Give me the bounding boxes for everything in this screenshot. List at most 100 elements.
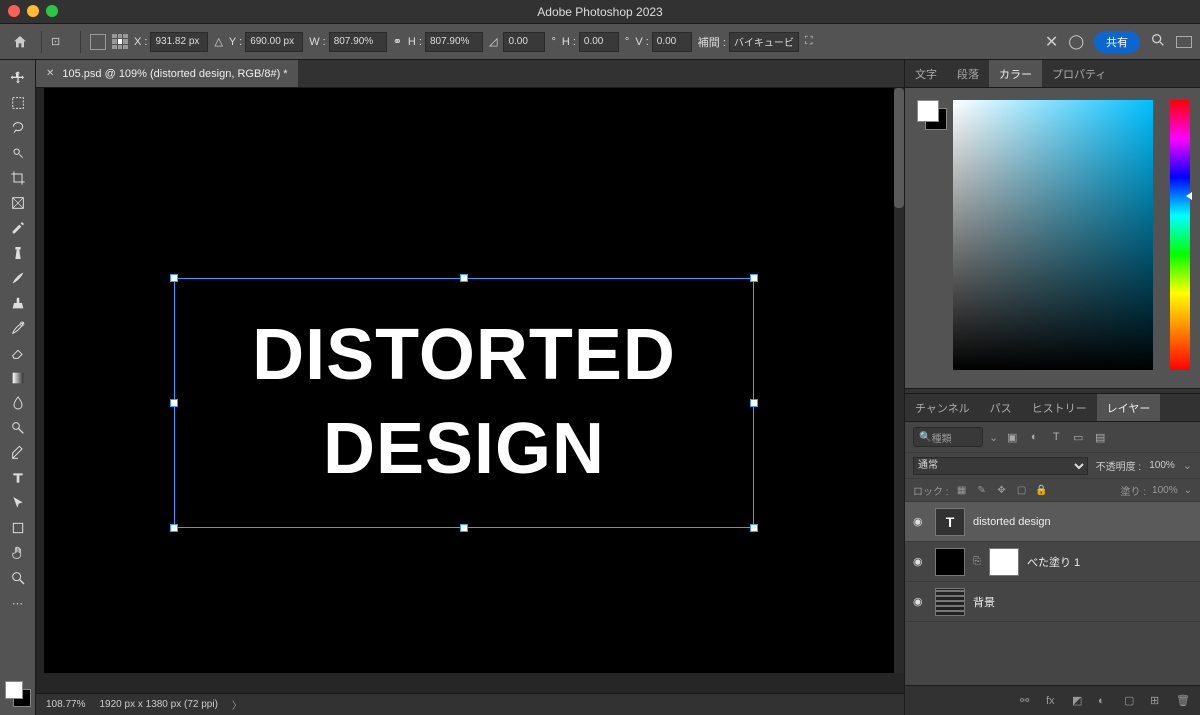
panel-fg-swatch[interactable] (917, 100, 939, 122)
handle-top-right[interactable] (750, 274, 758, 282)
reference-point-icon[interactable] (90, 34, 106, 50)
hue-indicator-icon[interactable] (1186, 192, 1192, 200)
layer-search[interactable]: 🔍 種類 (913, 427, 983, 447)
crop-tool[interactable] (4, 166, 32, 190)
quick-select-tool[interactable] (4, 141, 32, 165)
edit-toolbar-button[interactable]: ⋯ (4, 591, 32, 615)
visibility-icon[interactable]: ◉ (913, 555, 927, 568)
doc-dimensions[interactable]: 1920 px x 1380 px (72 ppi) (99, 699, 217, 710)
hand-tool[interactable] (4, 541, 32, 565)
panel-color-swatches[interactable] (917, 100, 947, 130)
blur-tool[interactable] (4, 391, 32, 415)
layer-name[interactable]: distorted design (973, 516, 1051, 528)
maximize-window-button[interactable] (46, 5, 58, 17)
w-input[interactable] (329, 32, 387, 52)
lock-artboard-icon[interactable]: ▢ (1015, 485, 1029, 496)
home-button[interactable] (8, 30, 32, 54)
x-input[interactable] (150, 32, 208, 52)
lock-move-icon[interactable]: ✥ (995, 485, 1009, 496)
blend-mode-select[interactable]: 通常 (913, 457, 1088, 475)
eraser-tool[interactable] (4, 341, 32, 365)
filter-image-icon[interactable]: ▣ (1004, 429, 1020, 445)
pen-tool[interactable] (4, 441, 32, 465)
close-window-button[interactable] (8, 5, 20, 17)
vskew-input[interactable] (652, 32, 692, 52)
h-input[interactable] (425, 32, 483, 52)
cancel-transform-button[interactable]: ✕ (1045, 32, 1058, 52)
handle-mid-right[interactable] (750, 399, 758, 407)
filter-shape-icon[interactable]: ▭ (1070, 429, 1086, 445)
path-select-tool[interactable] (4, 491, 32, 515)
commit-transform-button[interactable]: ◯ (1068, 33, 1084, 50)
tab-channels[interactable]: チャンネル (905, 394, 980, 421)
lasso-tool[interactable] (4, 116, 32, 140)
adjustment-icon[interactable]: ◐ (1098, 695, 1114, 707)
foreground-color-swatch[interactable] (5, 681, 23, 699)
hskew-input[interactable] (579, 32, 619, 52)
y-input[interactable] (245, 32, 303, 52)
tab-paragraph[interactable]: 段落 (947, 60, 989, 87)
link-icon[interactable]: ⎘ (973, 556, 981, 567)
clone-stamp-tool[interactable] (4, 291, 32, 315)
status-more-icon[interactable]: 〉 (232, 697, 242, 712)
vertical-scrollbar[interactable] (894, 88, 904, 673)
layer-thumb-bg[interactable] (935, 588, 965, 616)
frame-tool[interactable] (4, 191, 32, 215)
tab-paths[interactable]: パス (980, 394, 1022, 421)
layer-row[interactable]: ◉ ⎘ べた塗り 1 (905, 542, 1200, 582)
close-tab-icon[interactable]: ✕ (46, 68, 54, 79)
marquee-tool[interactable] (4, 91, 32, 115)
group-icon[interactable]: ▢ (1124, 694, 1140, 707)
brush-tool[interactable] (4, 266, 32, 290)
transform-icon[interactable]: ⊡ (51, 35, 71, 48)
layer-name[interactable]: べた塗り 1 (1027, 554, 1080, 570)
fx-icon[interactable]: fx (1046, 695, 1062, 707)
color-field[interactable] (953, 100, 1153, 370)
canvas-viewport[interactable]: DISTORTED DESIGN (36, 88, 904, 693)
hue-slider[interactable] (1170, 100, 1190, 370)
scrollbar-thumb[interactable] (894, 88, 904, 208)
filter-type-icon[interactable]: T (1048, 429, 1064, 445)
gradient-tool[interactable] (4, 366, 32, 390)
layer-row[interactable]: ◉ T distorted design (905, 502, 1200, 542)
filter-adjust-icon[interactable]: ◐ (1026, 429, 1042, 445)
handle-bot-left[interactable] (170, 524, 178, 532)
tab-character[interactable]: 文字 (905, 60, 947, 87)
move-tool[interactable] (4, 66, 32, 90)
color-swatches[interactable] (5, 681, 31, 707)
visibility-icon[interactable]: ◉ (913, 515, 927, 528)
search-icon[interactable] (1150, 32, 1166, 51)
lock-all-icon[interactable]: 🔒 (1035, 485, 1049, 496)
grid-ref-icon[interactable] (112, 34, 128, 50)
layer-thumb-type[interactable]: T (935, 508, 965, 536)
layer-name[interactable]: 背景 (973, 594, 995, 610)
fill-value[interactable]: 100% (1152, 485, 1178, 496)
handle-top-mid[interactable] (460, 274, 468, 282)
handle-top-left[interactable] (170, 274, 178, 282)
tab-color[interactable]: カラー (989, 60, 1042, 87)
link-icon[interactable]: ⚭ (393, 35, 402, 48)
zoom-level[interactable]: 108.77% (46, 699, 85, 710)
opacity-value[interactable]: 100% (1149, 460, 1175, 471)
tab-properties[interactable]: プロパティ (1042, 60, 1116, 87)
minimize-window-button[interactable] (27, 5, 39, 17)
tab-layers[interactable]: レイヤー (1097, 394, 1161, 421)
layer-thumb-solid[interactable] (935, 548, 965, 576)
healing-tool[interactable] (4, 241, 32, 265)
transform-bounding-box[interactable]: DISTORTED DESIGN (174, 278, 754, 528)
interp-select[interactable] (729, 32, 799, 52)
tab-history[interactable]: ヒストリー (1022, 394, 1097, 421)
angle-input[interactable] (503, 32, 545, 52)
workspace-icon[interactable] (1176, 36, 1192, 48)
zoom-tool[interactable] (4, 566, 32, 590)
delete-layer-icon[interactable]: 🗑 (1176, 694, 1192, 707)
link-layers-icon[interactable]: ⚯ (1020, 694, 1036, 707)
document-tab[interactable]: ✕ 105.psd @ 109% (distorted design, RGB/… (36, 60, 298, 87)
type-tool[interactable] (4, 466, 32, 490)
warp-icon[interactable]: ⛶ (805, 35, 827, 48)
history-brush-tool[interactable] (4, 316, 32, 340)
handle-bot-mid[interactable] (460, 524, 468, 532)
layer-row[interactable]: ◉ 背景 (905, 582, 1200, 622)
share-button[interactable]: 共有 (1094, 31, 1140, 53)
new-layer-icon[interactable]: ⊞ (1150, 694, 1166, 707)
